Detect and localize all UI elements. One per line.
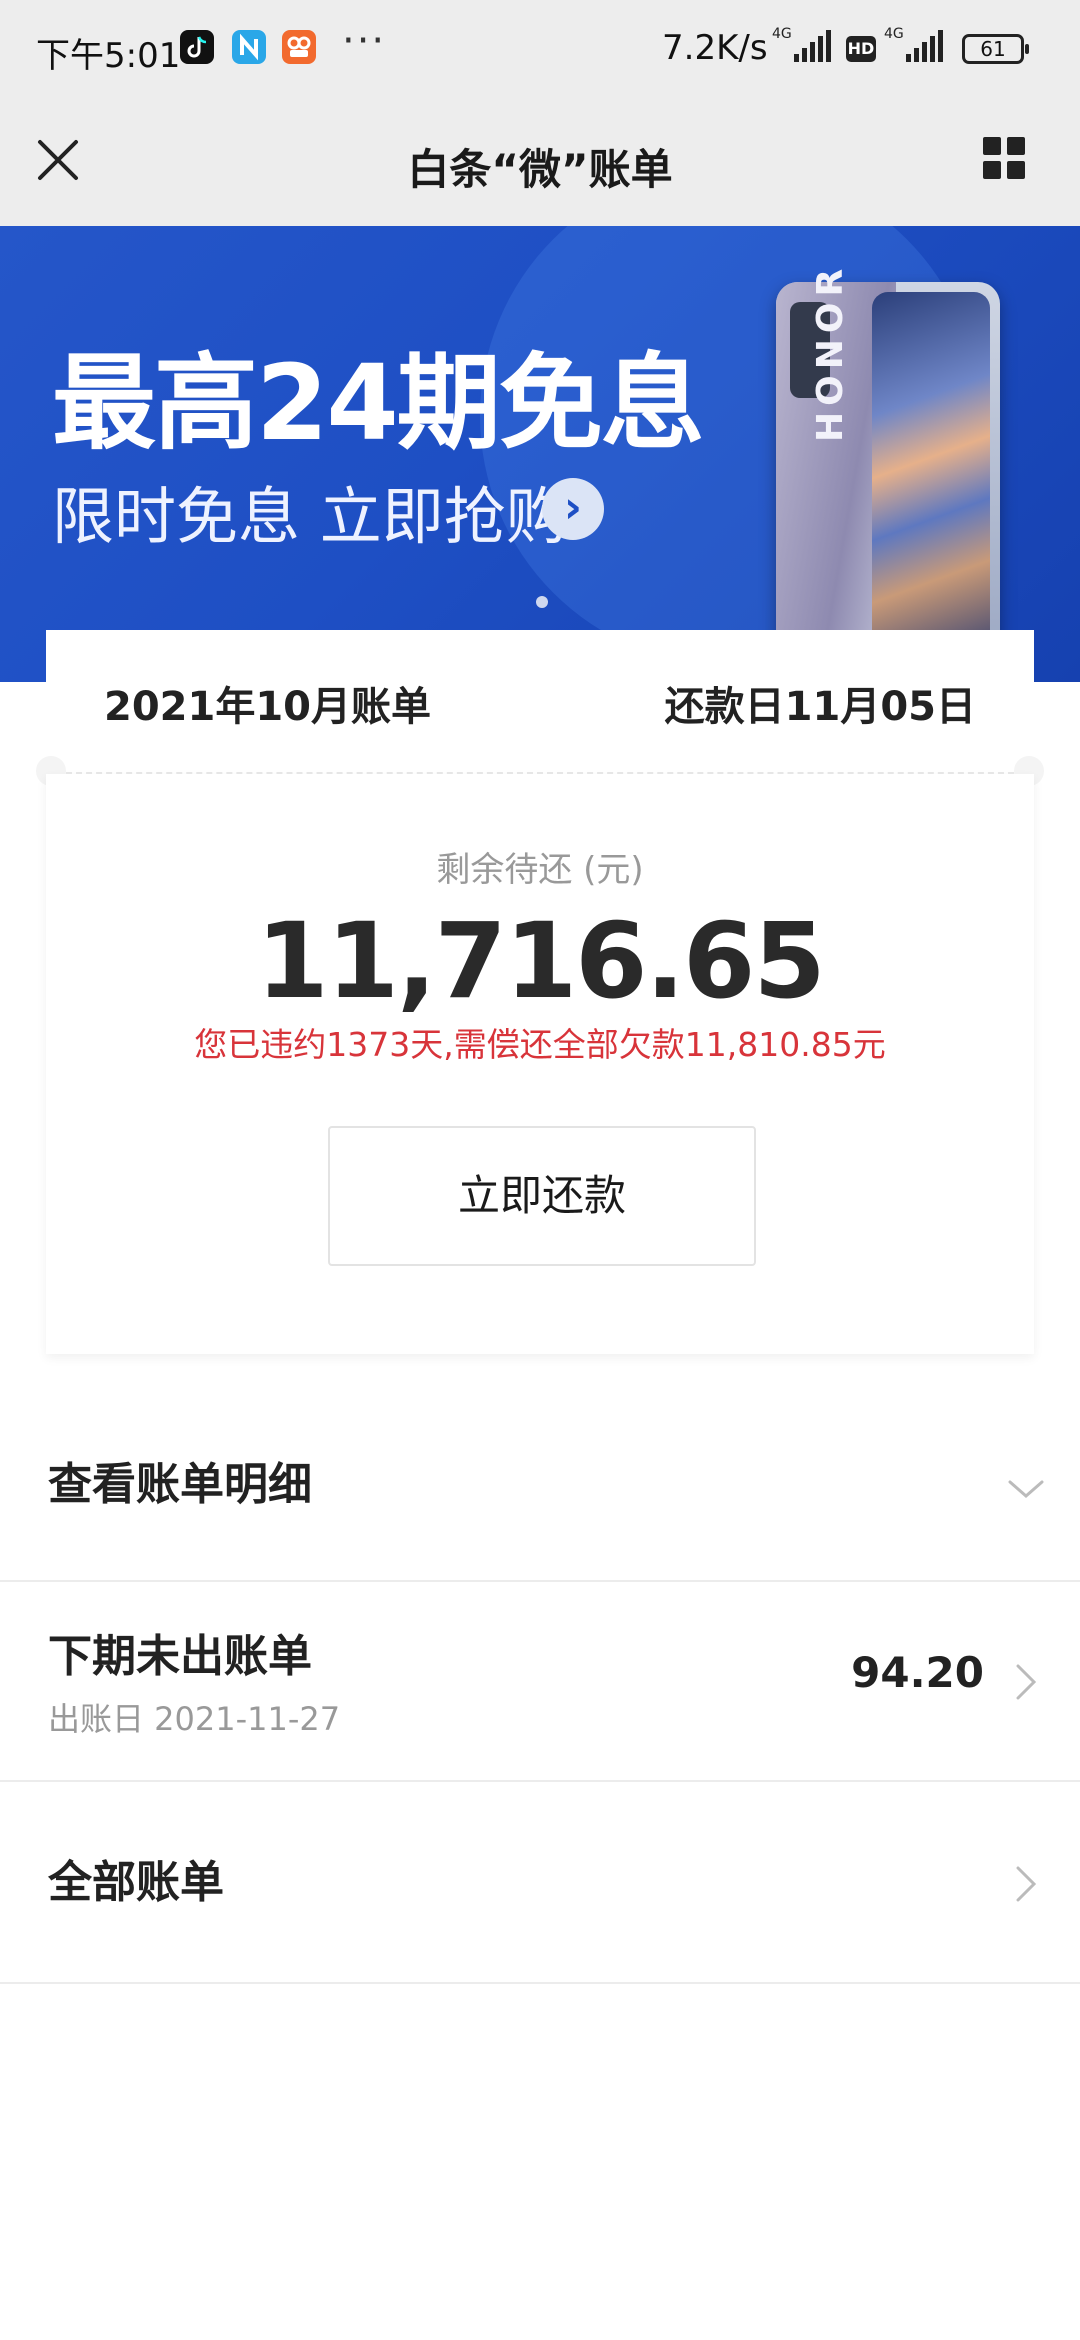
chevron-right-icon: [1016, 1664, 1037, 1700]
bill-month: 2021年10月账单: [104, 684, 431, 730]
banner-subline: 限时免息 立即抢购: [52, 480, 568, 553]
next-bill-title: 下期未出账单: [48, 1631, 312, 1682]
status-time: 下午5:01: [36, 36, 181, 76]
phone-screen: [872, 292, 990, 664]
repay-button[interactable]: 立即还款: [328, 1126, 756, 1266]
phone-image: HONOR: [776, 263, 1000, 674]
list-item-bill-detail[interactable]: 查看账单明细: [0, 1378, 1080, 1582]
tiktok-icon: [180, 30, 214, 64]
next-bill-date: 出账日 2021-11-27: [48, 1700, 341, 1738]
bill-card: 剩余待还 (元) 11,716.65 您已违约1373天,需偿还全部欠款11,8…: [46, 774, 1034, 1354]
promo-banner[interactable]: 最高24期免息 限时免息 立即抢购 › HONOR: [0, 226, 1080, 682]
list-item-next-bill[interactable]: 下期未出账单 出账日 2021-11-27 94.20: [0, 1582, 1080, 1782]
signal-4g-icon-2: 4G: [884, 26, 943, 62]
remaining-label: 剩余待还 (元): [436, 850, 644, 890]
grid-menu-icon[interactable]: [983, 137, 1027, 181]
svg-text:4G: 4G: [884, 26, 904, 42]
bill-detail-title: 查看账单明细: [48, 1459, 312, 1510]
chevron-right-icon[interactable]: ›: [542, 478, 604, 540]
network-speed: 7.2K/s: [662, 28, 768, 68]
banner-headline: 最高24期免息: [52, 342, 705, 464]
next-bill-amount: 94.20: [851, 1648, 984, 1697]
page-title: 白条“微”账单: [407, 145, 673, 194]
battery-icon: 61: [962, 34, 1029, 64]
more-notifications-icon: ···: [342, 18, 387, 64]
all-bills-title: 全部账单: [48, 1857, 224, 1908]
bill-card-header: 2021年10月账单 还款日11月05日: [46, 630, 1034, 774]
chevron-right-icon: [1016, 1866, 1037, 1902]
hd-icon: HD: [846, 36, 876, 62]
status-bar: 下午5:01 ··· 7.2K/s 4G HD 4G 61: [0, 0, 1080, 96]
phone-brand-text: HONOR: [810, 262, 851, 442]
list-item-all-bills[interactable]: 全部账单: [0, 1782, 1080, 1984]
title-bar: 白条“微”账单: [0, 96, 1080, 226]
carousel-indicator: [536, 596, 548, 608]
chevron-down-icon: [1008, 1480, 1044, 1498]
due-date: 还款日11月05日: [664, 684, 976, 730]
remaining-amount: 11,716.65: [256, 900, 826, 1022]
overdue-notice: 您已违约1373天,需偿还全部欠款11,810.85元: [194, 1025, 886, 1064]
app-n-icon: [232, 30, 266, 64]
svg-text:4G: 4G: [772, 26, 792, 42]
signal-4g-icon: 4G: [772, 26, 831, 62]
app-orange-icon: [282, 30, 316, 64]
